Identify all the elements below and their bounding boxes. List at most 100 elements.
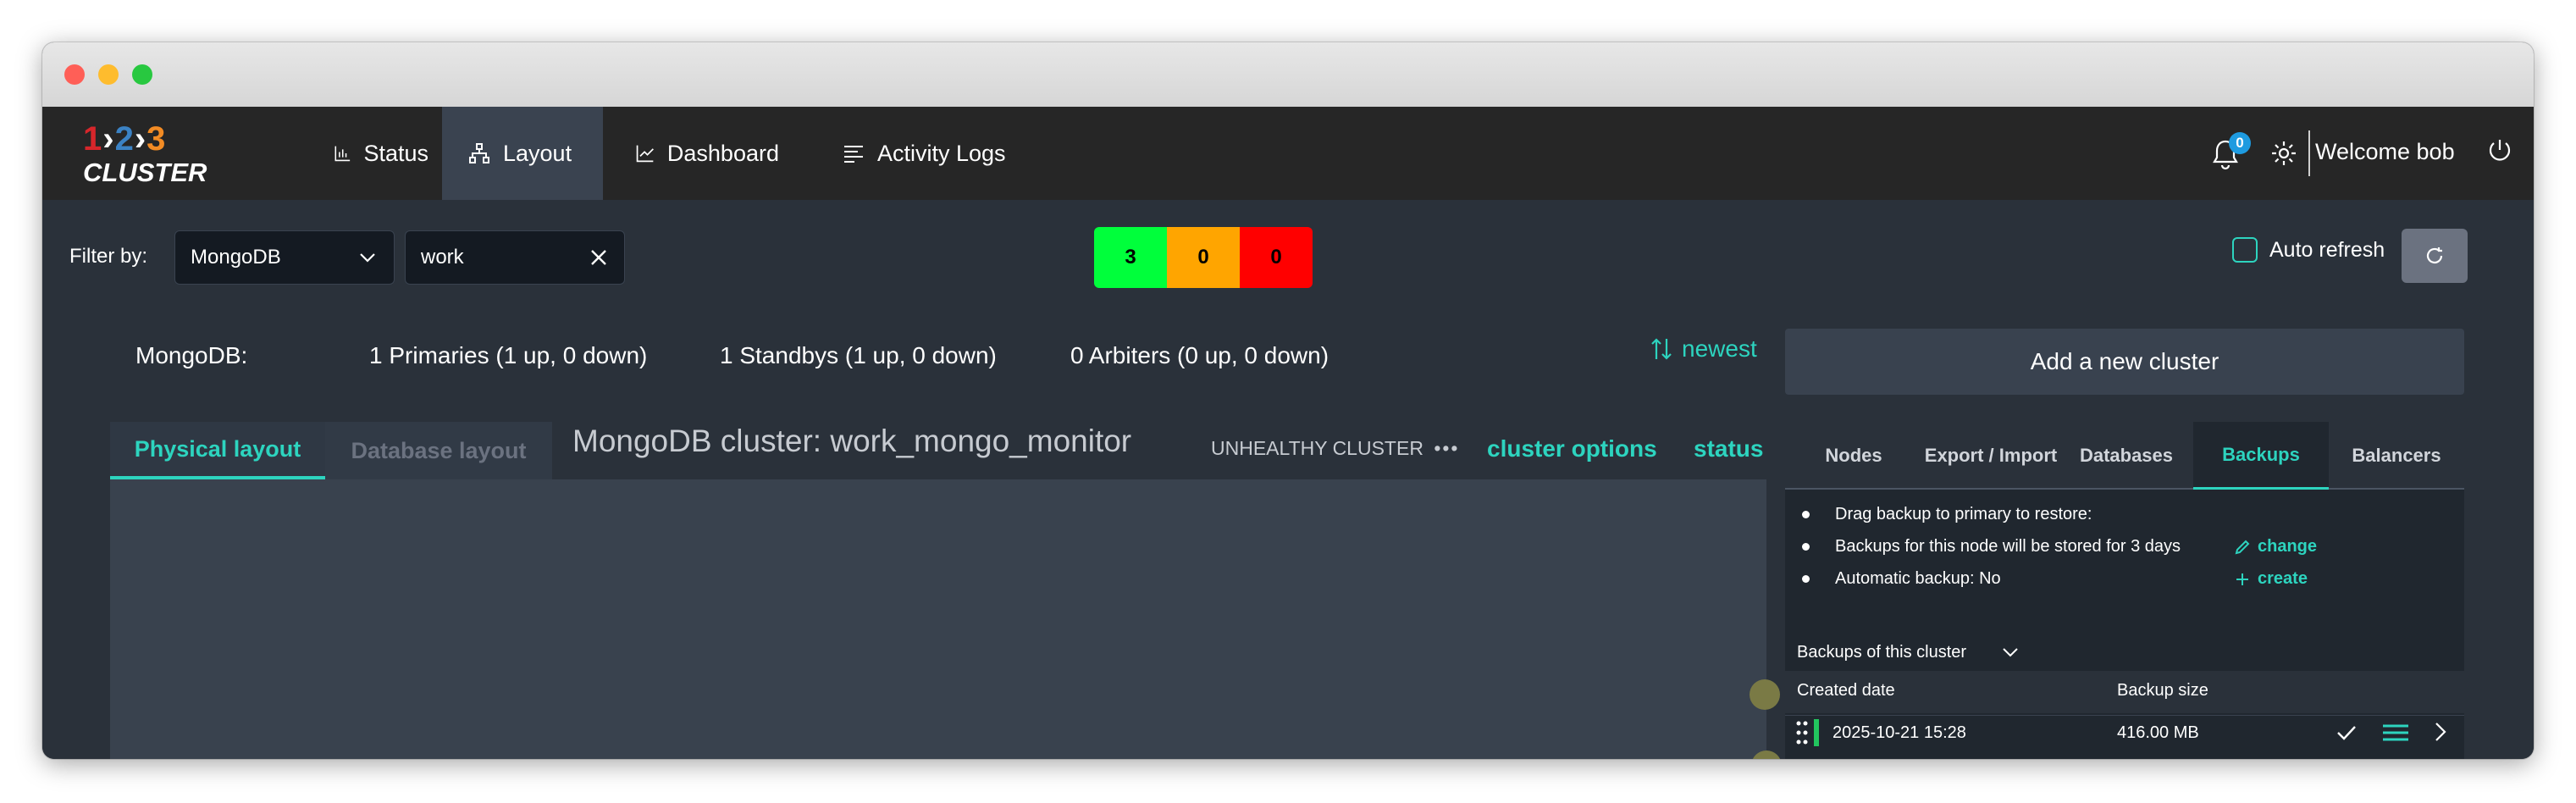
backups-table-header: Created date Backup size (1785, 671, 2464, 713)
backup-created-date: 2025-10-21 15:28 (1832, 723, 1966, 742)
auto-refresh-label: Auto refresh (2269, 237, 2385, 262)
db-type-select[interactable]: MongoDB (174, 230, 395, 285)
nav-activity-logs[interactable]: Activity Logs (816, 107, 1053, 200)
side-panel: Nodes Export / Import Databases Backups … (1785, 422, 2464, 759)
drag-handle-icon[interactable] (1795, 719, 1809, 748)
window-titlebar (42, 42, 2534, 108)
cluster-options-link[interactable]: cluster options (1487, 435, 1657, 462)
refresh-icon (2426, 247, 2443, 263)
chevron-down-icon (360, 253, 375, 263)
plus-icon (2236, 573, 2248, 585)
power-icon[interactable] (2486, 137, 2513, 164)
backup-info-item: Automatic backup: No (1802, 569, 2001, 589)
bullet-dot (1802, 543, 1810, 551)
notification-count-badge: 0 (2229, 132, 2251, 154)
change-label: change (2258, 537, 2318, 556)
column-created-date: Created date (1797, 681, 1895, 700)
app-header: 1›2›3 CLUSTER Status Layout Dashboard Ac… (42, 107, 2534, 200)
status-link[interactable]: status (1694, 435, 1763, 462)
layout-tabs-bar: Physical layout Database layout MongoDB … (110, 422, 1766, 479)
column-backup-size: Backup size (2117, 681, 2208, 700)
backups-list-toggle[interactable]: Backups of this cluster (1797, 642, 2020, 662)
tab-balancers[interactable]: Balancers (2329, 422, 2464, 490)
logo-chevron-2: › (134, 120, 147, 158)
table-row[interactable]: 2025-10-21 15:28 416.00 MB (1785, 715, 2464, 750)
summary-db-label: MongoDB: (135, 342, 248, 368)
minimize-window-button[interactable] (98, 64, 119, 85)
nav-dashboard-label: Dashboard (666, 140, 779, 166)
nav-layout-label: Layout (503, 140, 572, 166)
main-content: Filter by: MongoDB work 3 0 0 Auto refre… (42, 200, 2534, 759)
tab-nodes[interactable]: Nodes (1785, 422, 1922, 490)
backup-status-bar (1814, 719, 1819, 746)
warning-count[interactable]: 0 (1167, 227, 1240, 288)
backup-size: 416.00 MB (2117, 723, 2199, 742)
backup-info-item: Backups for this node will be stored for… (1802, 537, 2181, 557)
tab-backups[interactable]: Backups (2193, 422, 2329, 490)
backups-list-title: Backups of this cluster (1797, 642, 1967, 662)
sort-toggle[interactable]: newest (1650, 335, 1757, 363)
tab-database-layout[interactable]: Database layout (325, 422, 552, 479)
backup-info-text: Drag backup to primary to restore: (1835, 505, 2092, 523)
refresh-button[interactable] (2402, 229, 2468, 283)
logo[interactable]: 1›2›3 CLUSTER (83, 120, 210, 188)
summary-standbys: 1 Standbys (1 up, 0 down) (720, 342, 997, 368)
nav-activity-logs-label: Activity Logs (877, 140, 1006, 166)
nav-status[interactable]: Status (308, 107, 454, 200)
tab-databases[interactable]: Databases (2059, 422, 2193, 490)
close-window-button[interactable] (64, 64, 85, 85)
sort-label: newest (1682, 335, 1757, 362)
cluster-health-status[interactable]: UNHEALTHY CLUSTER ••• (1211, 437, 1460, 460)
auto-refresh-toggle[interactable]: Auto refresh (2232, 237, 2385, 263)
bar-chart-icon (334, 146, 351, 162)
bullet-dot (1802, 511, 1810, 518)
welcome-text: Welcome bob (2315, 139, 2455, 164)
list-lines-icon (844, 146, 863, 163)
create-backup-link[interactable]: create (2234, 569, 2308, 589)
app-window: 1›2›3 CLUSTER Status Layout Dashboard Ac… (42, 42, 2534, 759)
line-chart-icon (636, 145, 654, 163)
logo-digit-3: 3 (146, 120, 167, 158)
create-label: create (2258, 569, 2308, 588)
healthy-count[interactable]: 3 (1094, 227, 1167, 288)
summary-arbiters: 0 Arbiters (0 up, 0 down) (1070, 342, 1329, 368)
filter-label: Filter by: (69, 245, 148, 268)
menu-icon[interactable] (2381, 723, 2410, 743)
summary-primaries: 1 Primaries (1 up, 0 down) (369, 342, 648, 368)
nav-layout[interactable]: Layout (442, 107, 603, 200)
check-icon[interactable] (2336, 723, 2358, 743)
bullet-dot (1802, 575, 1810, 583)
maximize-window-button[interactable] (132, 64, 152, 85)
cluster-health-label: UNHEALTHY CLUSTER (1211, 437, 1423, 459)
tab-export-import[interactable]: Export / Import (1922, 422, 2059, 490)
db-type-value: MongoDB (191, 246, 281, 269)
cluster-title: MongoDB cluster: work_mongo_monitor (572, 424, 1132, 458)
gear-icon[interactable] (2269, 139, 2298, 168)
health-counters: 3 0 0 (1094, 227, 1313, 288)
search-value: work (421, 246, 464, 269)
critical-count[interactable]: 0 (1240, 227, 1313, 288)
logo-chevron-1: › (102, 120, 115, 158)
logo-wordmark: CLUSTER (83, 158, 207, 187)
backup-info-item: Drag backup to primary to restore: (1802, 505, 2092, 524)
change-retention-link[interactable]: change (2234, 537, 2317, 557)
chevron-right-icon[interactable] (2432, 721, 2449, 743)
chevron-down-icon (2003, 648, 2018, 657)
more-options-icon[interactable]: ••• (1434, 437, 1459, 459)
pencil-icon (2235, 540, 2250, 554)
tab-physical-layout[interactable]: Physical layout (110, 422, 325, 479)
node-status-dot[interactable] (1750, 679, 1780, 710)
logo-digit-2: 2 (114, 120, 135, 158)
backup-info-text: Automatic backup: No (1835, 569, 2001, 588)
add-cluster-button[interactable]: Add a new cluster (1785, 329, 2464, 395)
clear-icon[interactable] (589, 247, 609, 268)
side-tabs: Nodes Export / Import Databases Backups … (1785, 422, 2464, 490)
header-divider (2308, 130, 2310, 176)
nav-status-label: Status (363, 140, 428, 166)
logo-digit-1: 1 (83, 120, 103, 158)
search-input[interactable]: work (405, 230, 625, 285)
sitemap-icon (469, 143, 489, 163)
nav-dashboard[interactable]: Dashboard (610, 107, 804, 200)
logo-digits: 1›2›3 (83, 120, 166, 158)
auto-refresh-checkbox[interactable] (2232, 237, 2258, 263)
